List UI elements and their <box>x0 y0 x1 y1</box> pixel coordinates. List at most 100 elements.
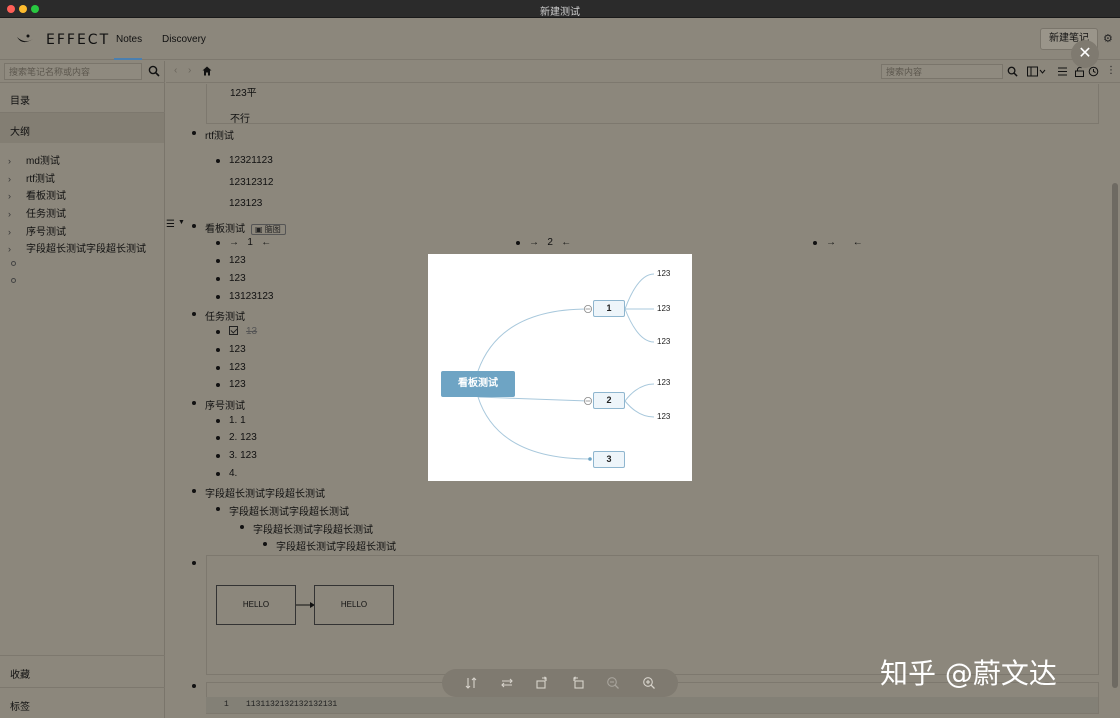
drag-handle-icon[interactable]: ☰ <box>166 219 175 230</box>
caret-down-icon[interactable]: ▼ <box>178 219 185 226</box>
list-item[interactable]: 字段超长测试字段超长测试 <box>216 503 349 518</box>
kanban-column-header[interactable]: → 2 ← <box>515 237 571 248</box>
editor-toolbar: ‹ › ⋮ <box>166 61 1120 83</box>
mindmap-leaf[interactable]: 123 <box>657 412 670 421</box>
arrow-right-icon[interactable]: → <box>826 237 836 248</box>
list-item[interactable]: 字段超长测试字段超长测试 <box>240 521 373 536</box>
layout-horizontal-icon[interactable] <box>500 676 514 690</box>
list-item[interactable]: 3. 123 <box>216 450 257 461</box>
arrow-left-icon[interactable]: ← <box>561 237 571 248</box>
content-search-input[interactable] <box>882 65 1002 78</box>
zoom-in-icon[interactable] <box>642 676 656 690</box>
settings-gear-icon[interactable]: ⚙ <box>1103 32 1113 45</box>
chevron-right-icon: › <box>8 191 11 201</box>
sidebar-outline-heading[interactable]: 大纲 <box>10 123 30 138</box>
back-icon[interactable]: ‹ <box>174 65 177 76</box>
code-line[interactable]: 1 1131132132132132131 <box>206 697 1098 713</box>
sidebar-favorites[interactable]: 收藏 <box>10 666 30 681</box>
outline-item[interactable]: › 序号测试 <box>8 223 66 238</box>
more-vertical-icon[interactable]: ⋮ <box>1106 65 1116 76</box>
forward-icon[interactable]: › <box>188 65 191 76</box>
arrow-right-icon[interactable]: → <box>529 237 539 248</box>
mindmap-root-node[interactable]: 看板测试 <box>441 371 515 397</box>
list-item[interactable]: 4. <box>215 468 237 479</box>
zoom-out-icon[interactable] <box>606 676 620 690</box>
history-icon[interactable] <box>1088 66 1099 77</box>
editor-scrollbar[interactable] <box>1112 183 1118 688</box>
list-item[interactable]: 字段超长测试字段超长测试 <box>263 538 396 553</box>
home-icon[interactable] <box>202 66 212 76</box>
mindmap-preview: 看板测试 1 2 3 123 123 123 123 123 <box>428 254 692 481</box>
chevron-right-icon: › <box>8 227 11 237</box>
layout-vertical-icon[interactable] <box>464 676 478 690</box>
flow-node[interactable]: HELLO <box>314 585 394 625</box>
outline-item[interactable]: › rtf测试 <box>8 170 55 185</box>
list-item[interactable]: 123 <box>216 379 246 390</box>
sidebar-tags[interactable]: 标签 <box>10 698 30 713</box>
layout-dropdown-icon[interactable] <box>1027 66 1047 77</box>
sidebar-toc-heading[interactable]: 目录 <box>10 92 30 107</box>
list-item[interactable]: 2. 123 <box>216 432 257 443</box>
task-item-done[interactable]: 13 <box>215 326 257 337</box>
outline-item[interactable]: › md测试 <box>8 152 60 167</box>
arrow-right-icon[interactable]: → <box>229 237 239 248</box>
sidebar-search <box>4 63 142 80</box>
search-icon[interactable] <box>148 65 160 77</box>
sidebar-divider <box>0 687 165 688</box>
tab-notes[interactable]: Notes <box>116 34 142 45</box>
sidebar: 目录 大纲 ›md测试 ›rtf测试 ›看板测试 ›任务测试 ›序号测试 ›字段… <box>0 61 165 718</box>
mindmap-node[interactable]: 2 <box>593 392 625 409</box>
mindmap-leaf[interactable]: 123 <box>657 378 670 387</box>
checkbox-checked[interactable] <box>229 326 238 335</box>
kanban-column-header[interactable]: → 1 ← <box>215 237 271 248</box>
mindmap-leaf[interactable]: 123 <box>657 269 670 278</box>
text-line[interactable]: 12312312 <box>229 177 274 188</box>
outline-item[interactable]: › 任务测试 <box>8 205 66 220</box>
rich-text-block <box>206 84 1099 124</box>
list-item[interactable]: 1. 1 <box>216 415 246 426</box>
kanban-card[interactable]: 13123123 <box>216 291 274 302</box>
arrow-left-icon[interactable]: ← <box>853 237 863 248</box>
outline-item[interactable]: › 字段超长测试字段超长测试 <box>8 240 146 255</box>
content-search <box>881 64 1003 79</box>
chevron-right-icon: › <box>8 244 11 254</box>
outline-heading-kanban[interactable]: 看板测试 ▣ 脑图 <box>192 220 286 235</box>
image-icon: ▣ <box>255 225 263 234</box>
list-item[interactable]: 12321123 <box>216 155 273 166</box>
kanban-column-header[interactable]: → ← <box>813 237 863 248</box>
outline-heading-rtf[interactable]: rtf测试 <box>192 127 234 142</box>
mindmap-toggle-button[interactable]: ▣ 脑图 <box>251 224 286 235</box>
mindmap-node[interactable]: 3 <box>593 451 625 468</box>
flow-node[interactable]: HELLO <box>216 585 296 625</box>
rotate-right-icon[interactable] <box>535 676 549 690</box>
text-line[interactable]: 123123 <box>229 198 262 209</box>
outline-heading-long[interactable]: 字段超长测试字段超长测试 <box>192 485 325 500</box>
mindmap-connectors <box>477 273 655 461</box>
sidebar-search-input[interactable] <box>5 64 141 79</box>
code-line-number: 1 <box>224 700 229 709</box>
list-item[interactable]: 123 <box>216 362 246 373</box>
outline-item[interactable]: › 看板测试 <box>8 187 66 202</box>
logo-text: EFFECT <box>46 32 111 48</box>
chevron-right-icon: › <box>8 209 11 219</box>
window-titlebar: 新建测试 <box>0 0 1120 18</box>
mindmap-leaf[interactable]: 123 <box>657 337 670 346</box>
kanban-card[interactable]: 123 <box>216 273 246 284</box>
mindmap-leaf[interactable]: 123 <box>657 304 670 313</box>
outline-empty-item-icon[interactable] <box>11 278 16 283</box>
close-overlay-icon[interactable]: ✕ <box>1071 40 1099 68</box>
kanban-card[interactable]: 123 <box>216 255 246 266</box>
rotate-left-icon[interactable] <box>571 676 585 690</box>
chevron-right-icon: › <box>8 156 11 166</box>
outline-heading-tasks[interactable]: 任务测试 <box>192 308 245 323</box>
window-title: 新建测试 <box>540 7 580 18</box>
outline-empty-item-icon[interactable] <box>11 261 16 266</box>
outline-heading-ordered[interactable]: 序号测试 <box>192 397 245 412</box>
tab-discovery[interactable]: Discovery <box>162 34 206 45</box>
list-item[interactable]: 123 <box>216 344 246 355</box>
arrow-left-icon[interactable]: ← <box>261 237 271 248</box>
mindmap-node[interactable]: 1 <box>593 300 625 317</box>
list-icon[interactable] <box>1057 66 1068 77</box>
search-icon[interactable] <box>1007 66 1018 77</box>
effect-logo-icon <box>17 34 33 43</box>
